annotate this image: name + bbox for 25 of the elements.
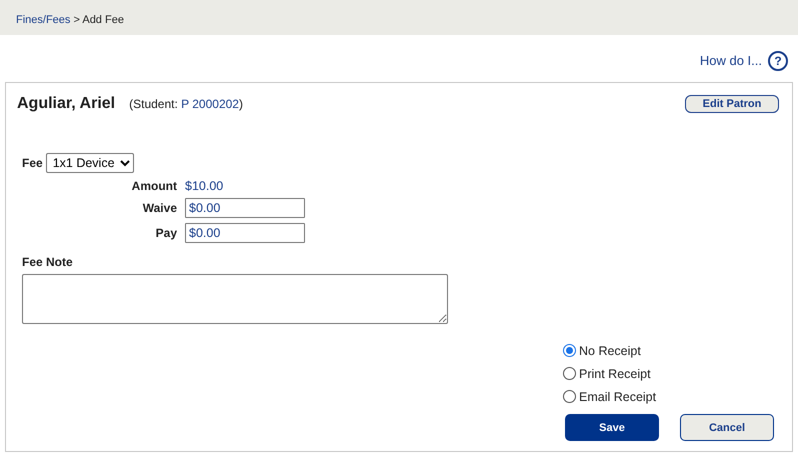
cancel-button[interactable]: Cancel: [680, 414, 774, 441]
radio-button[interactable]: [563, 344, 576, 357]
save-button[interactable]: Save: [565, 414, 659, 441]
fee-note-label: Fee Note: [21, 255, 74, 269]
patron-type: (Student: P 2000202): [129, 97, 243, 111]
amount-field[interactable]: $0.00: [185, 198, 305, 218]
patron-name: Aguliar, Ariel: [17, 95, 116, 113]
edit-patron-button[interactable]: Edit Patron: [685, 95, 779, 113]
amount-field[interactable]: $0.00: [185, 223, 305, 243]
field-label: Waive: [142, 201, 177, 215]
radio-button[interactable]: [563, 390, 576, 403]
help-link[interactable]: How do I...: [700, 53, 762, 68]
fee-label: Fee: [22, 156, 43, 170]
breadcrumb-current: > Add Fee: [72, 14, 124, 26]
radio-label: No Receipt: [579, 344, 641, 358]
help-icon[interactable]: ?: [768, 50, 788, 70]
fee-dropdown[interactable]: 1x1 Device: [46, 153, 134, 173]
fee-note-field[interactable]: [22, 274, 448, 324]
radio-button[interactable]: [563, 367, 576, 380]
breadcrumb-link[interactable]: Fines/Fees: [16, 14, 70, 26]
field-label: Pay: [154, 226, 177, 240]
radio-label: Email Receipt: [579, 390, 656, 404]
radio-label: Print Receipt: [579, 366, 651, 380]
amount-value: $10.00: [185, 179, 224, 193]
field-label: Amount: [130, 179, 177, 193]
